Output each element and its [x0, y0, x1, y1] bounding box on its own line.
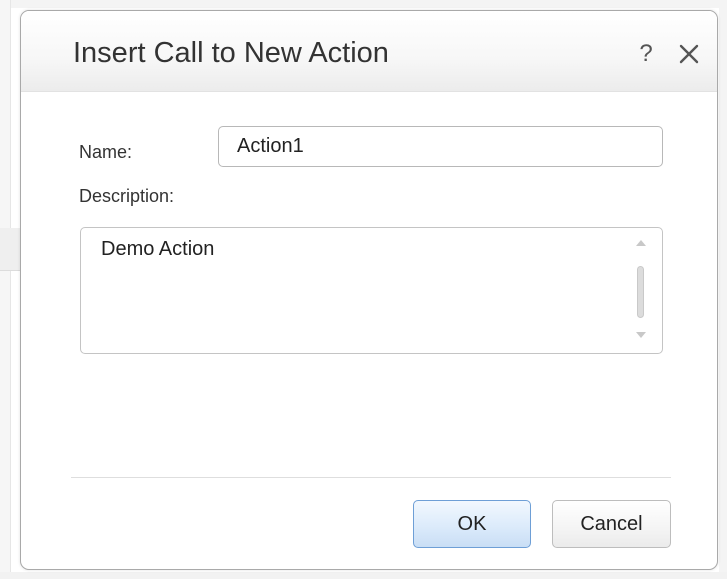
name-input[interactable] [218, 126, 663, 167]
scroll-up-arrow-icon[interactable] [636, 240, 646, 246]
dialog-title: Insert Call to New Action [73, 37, 389, 69]
close-icon[interactable] [675, 40, 703, 68]
description-scrollbar[interactable] [634, 236, 648, 345]
help-icon[interactable]: ? [634, 40, 658, 68]
background-window-left [0, 0, 11, 579]
footer-divider [71, 477, 671, 478]
name-label: Name: [79, 142, 133, 162]
background-window-right [719, 0, 727, 579]
background-window-bottom [0, 572, 727, 579]
description-text: Demo Action [101, 238, 215, 260]
background-window-top [0, 0, 727, 8]
description-label: Description: [79, 186, 175, 206]
ok-button[interactable]: OK [413, 500, 531, 548]
cancel-button[interactable]: Cancel [552, 500, 671, 548]
description-textarea[interactable]: Demo Action [80, 227, 663, 354]
dialog-titlebar: Insert Call to New Action ? [21, 11, 717, 92]
scroll-down-arrow-icon[interactable] [636, 332, 646, 338]
scroll-thumb[interactable] [637, 266, 644, 318]
insert-call-dialog: Insert Call to New Action ? Name: Descri… [20, 10, 718, 570]
